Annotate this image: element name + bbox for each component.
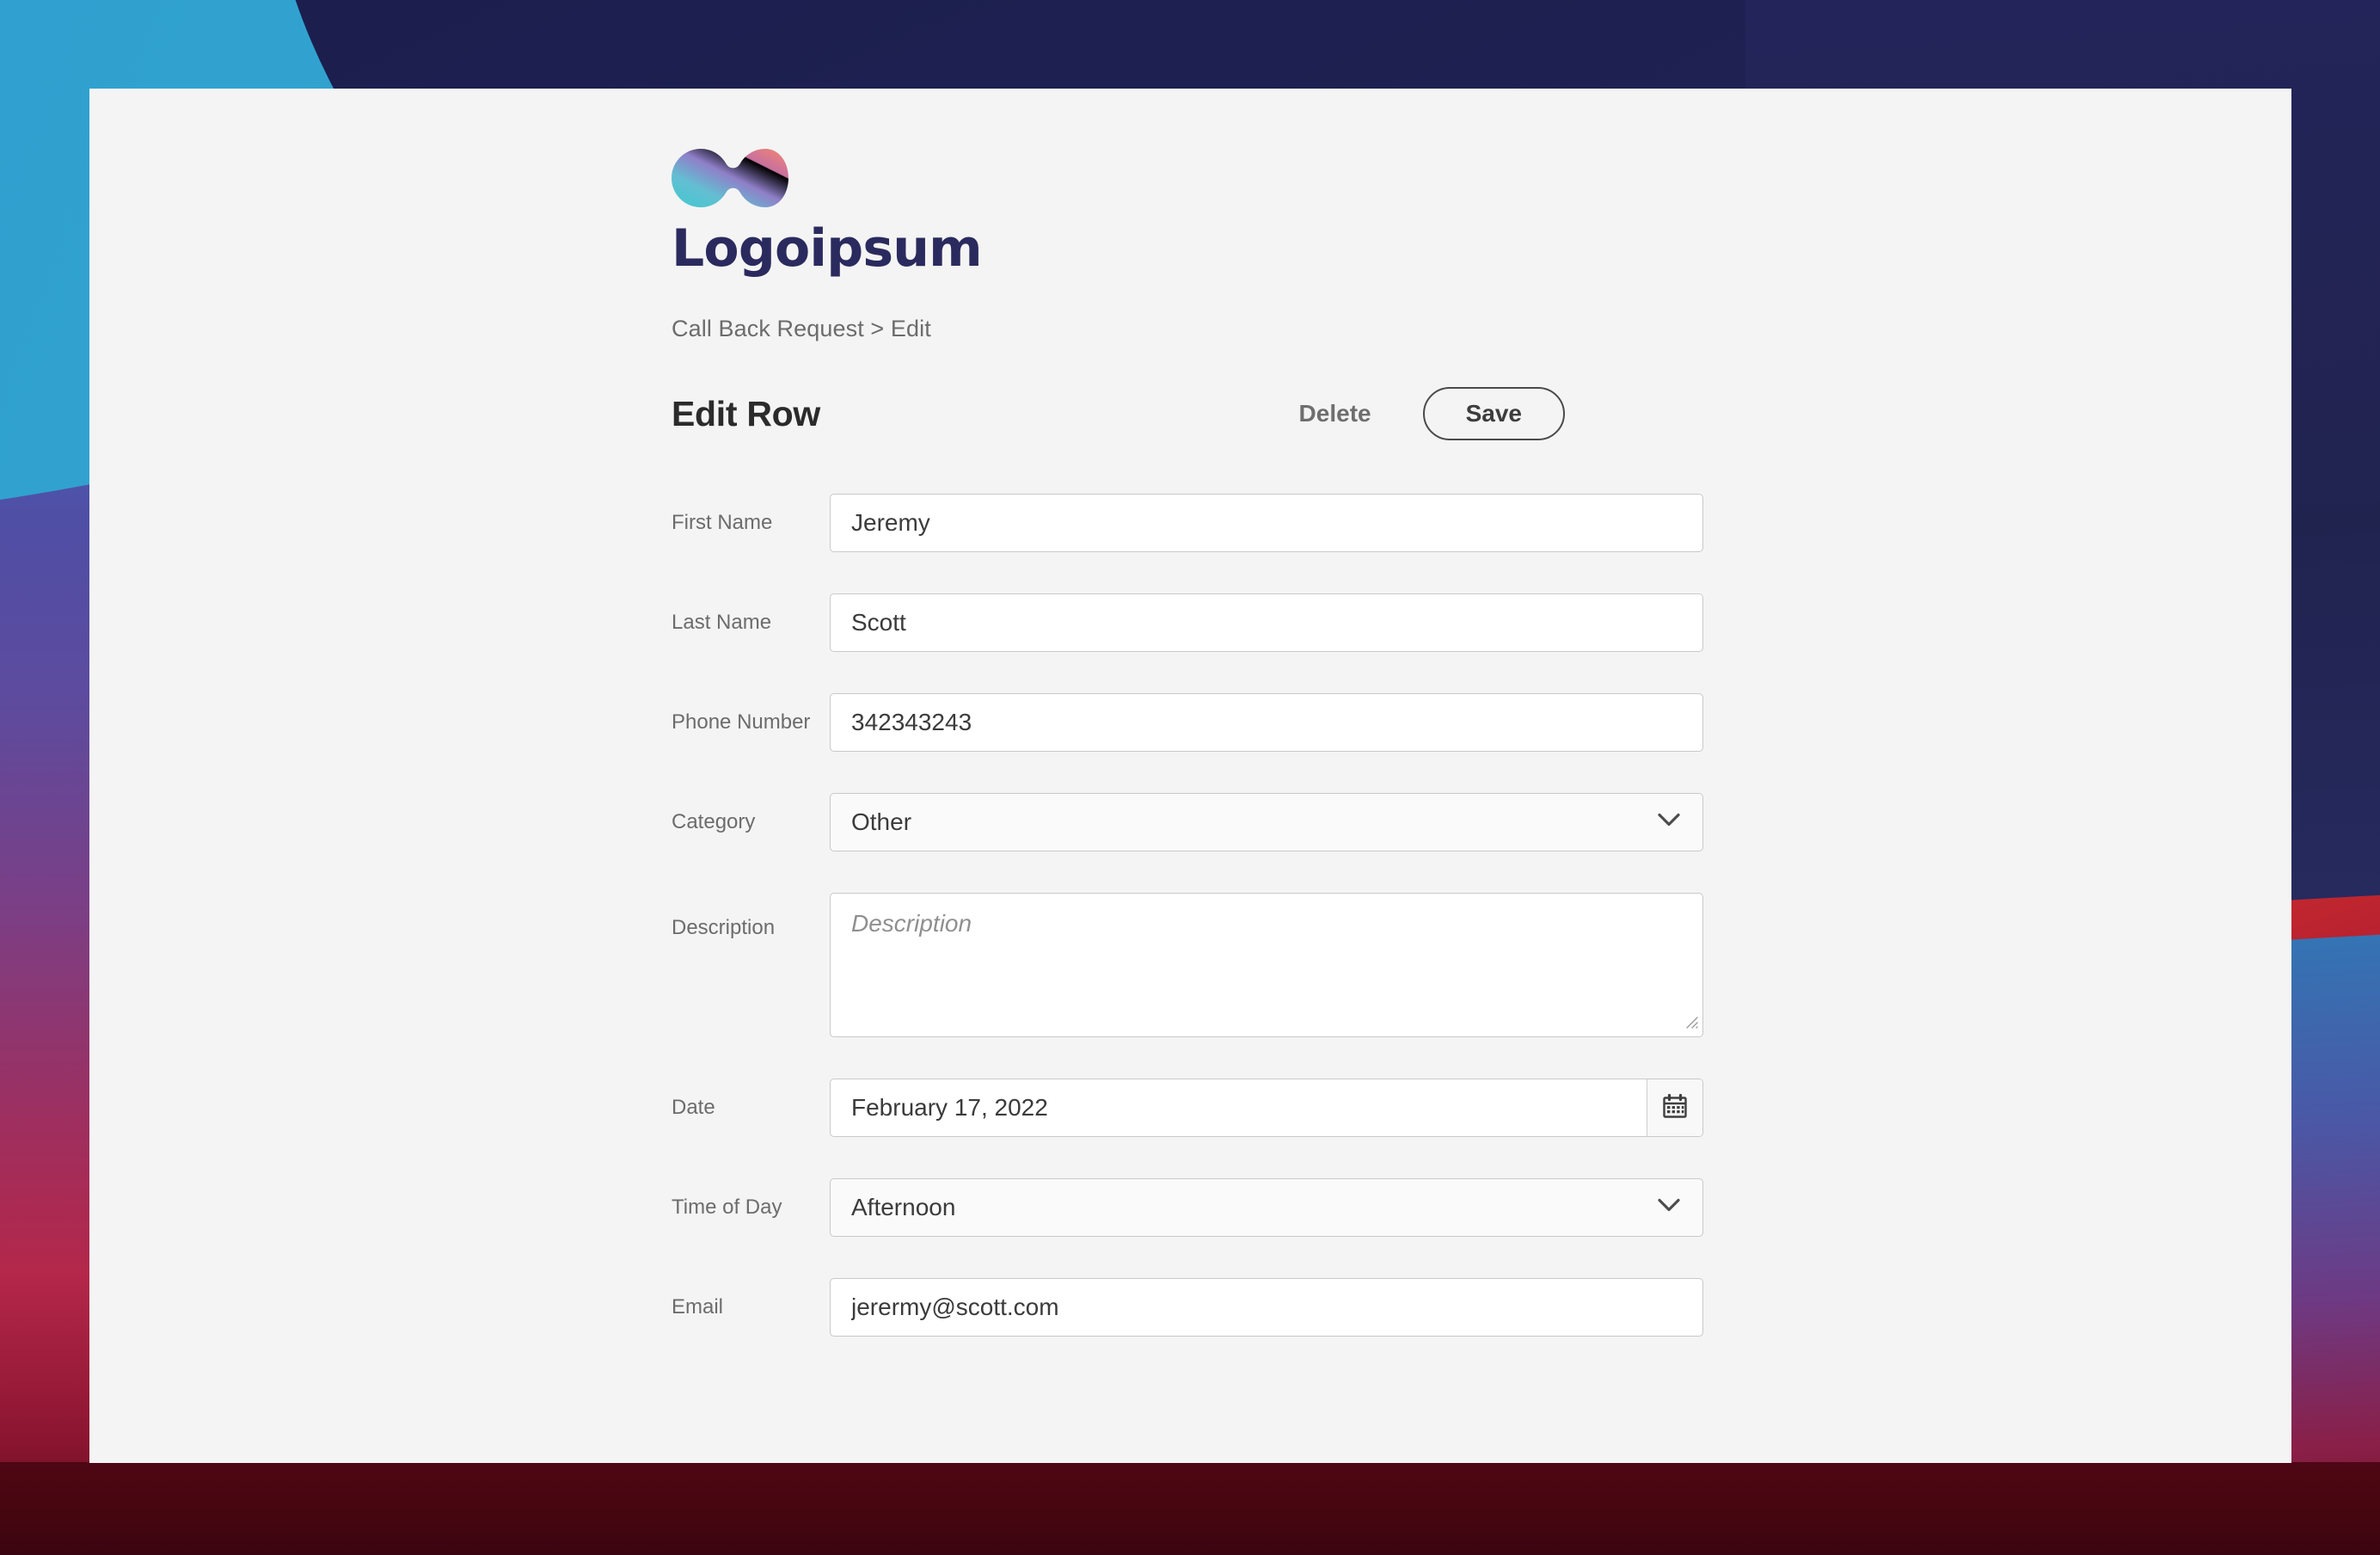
page-title: Edit Row xyxy=(672,393,820,433)
field-row-phone-number: Phone Number xyxy=(672,693,2291,752)
chevron-down-icon xyxy=(1658,813,1680,832)
label-category: Category xyxy=(672,810,756,833)
phone-number-input[interactable] xyxy=(830,693,1703,752)
chevron-down-icon xyxy=(1658,1198,1680,1217)
control-email xyxy=(830,1278,1703,1337)
label-description: Description xyxy=(672,916,776,939)
field-row-last-name: Last Name xyxy=(672,593,2291,652)
field-row-date: Date February 17, 2022 xyxy=(672,1079,2291,1137)
control-last-name xyxy=(830,593,1703,652)
desktop-wallpaper: Logoipsum Call Back Request > Edit Edit … xyxy=(0,0,2380,1555)
label-email: Email xyxy=(672,1295,724,1318)
date-picker[interactable]: February 17, 2022 xyxy=(830,1079,1703,1137)
description-textarea[interactable]: Description xyxy=(830,893,1703,1037)
last-name-input[interactable] xyxy=(830,593,1703,652)
field-row-email: Email xyxy=(672,1278,2291,1337)
field-row-description: Description Description xyxy=(672,893,2291,1037)
save-button[interactable]: Save xyxy=(1422,387,1565,440)
control-date: February 17, 2022 xyxy=(830,1079,1703,1137)
label-date: Date xyxy=(672,1096,715,1119)
wallpaper-bottom-band xyxy=(0,1462,2380,1555)
header-actions: Delete Save xyxy=(1299,387,1565,440)
first-name-input[interactable] xyxy=(830,494,1703,552)
brand-block: Logoipsum xyxy=(672,149,2291,274)
label-last-name: Last Name xyxy=(672,611,772,634)
control-phone-number xyxy=(830,693,1703,752)
date-value[interactable]: February 17, 2022 xyxy=(831,1079,1647,1136)
calendar-button[interactable] xyxy=(1647,1079,1702,1136)
brand-wordmark: Logoipsum xyxy=(672,218,983,279)
label-first-name: First Name xyxy=(672,511,773,534)
category-selected-value: Other xyxy=(851,808,912,835)
time-of-day-selected-value: Afternoon xyxy=(851,1194,956,1220)
control-description: Description xyxy=(830,893,1703,1037)
label-phone-number: Phone Number xyxy=(672,710,811,734)
calendar-icon xyxy=(1661,1093,1689,1123)
resize-grip-icon[interactable] xyxy=(1684,1014,1699,1034)
delete-button[interactable]: Delete xyxy=(1299,400,1371,427)
field-row-first-name: First Name xyxy=(672,494,2291,552)
app-window: Logoipsum Call Back Request > Edit Edit … xyxy=(89,89,2291,1463)
control-first-name xyxy=(830,494,1703,552)
breadcrumb[interactable]: Call Back Request > Edit xyxy=(672,316,2291,342)
category-select[interactable]: Other xyxy=(830,793,1703,851)
label-time-of-day: Time of Day xyxy=(672,1195,782,1219)
time-of-day-select[interactable]: Afternoon xyxy=(830,1178,1703,1237)
field-row-time-of-day: Time of Day Afternoon xyxy=(672,1178,2291,1237)
control-time-of-day: Afternoon xyxy=(830,1178,1703,1237)
logoipsum-mark-icon xyxy=(672,149,788,207)
field-row-category: Category Other xyxy=(672,793,2291,851)
page-header-row: Edit Row Delete Save xyxy=(672,387,1565,440)
control-category: Other xyxy=(830,793,1703,851)
description-placeholder: Description xyxy=(851,910,972,937)
edit-row-form: First Name Last Name Phone Number xyxy=(672,494,2291,1337)
email-input[interactable] xyxy=(830,1278,1703,1337)
